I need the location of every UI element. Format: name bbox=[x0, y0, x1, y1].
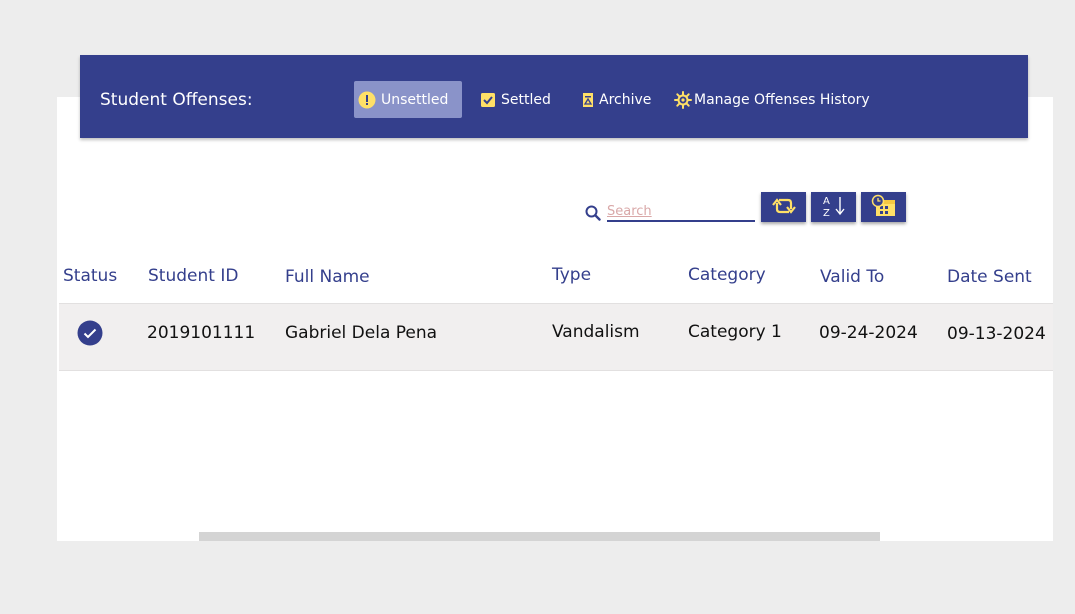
tab-settled-label: Settled bbox=[501, 91, 551, 108]
tab-settled[interactable]: Settled bbox=[480, 81, 551, 118]
archive-icon bbox=[582, 92, 594, 108]
column-header-full-name[interactable]: Full Name bbox=[285, 267, 370, 287]
gear-icon bbox=[674, 90, 692, 109]
column-header-student-id[interactable]: Student ID bbox=[148, 266, 238, 286]
check-circle-icon bbox=[77, 320, 103, 350]
tab-unsettled[interactable]: Unsettled bbox=[354, 81, 462, 118]
svg-text:A: A bbox=[823, 196, 830, 207]
column-header-date-sent[interactable]: Date Sent bbox=[947, 267, 1032, 287]
search-bar bbox=[585, 202, 755, 222]
column-header-valid-to[interactable]: Valid To bbox=[820, 267, 884, 287]
column-header-status[interactable]: Status bbox=[63, 266, 117, 286]
tab-archive[interactable]: Archive bbox=[582, 81, 651, 118]
svg-text:Z: Z bbox=[823, 208, 830, 218]
calendar-button[interactable] bbox=[861, 192, 906, 222]
column-header-type[interactable]: Type bbox=[552, 265, 591, 285]
column-header-category[interactable]: Category bbox=[688, 265, 766, 285]
tab-archive-label: Archive bbox=[599, 91, 652, 108]
horizontal-scrollbar[interactable] bbox=[199, 532, 880, 541]
tab-manage-offenses-history[interactable]: Manage Offenses History bbox=[674, 81, 870, 118]
calendar-clock-icon bbox=[871, 194, 897, 221]
search-icon bbox=[585, 205, 601, 225]
warning-icon bbox=[358, 91, 376, 109]
cell-valid-to: 09-24-2024 bbox=[819, 323, 918, 343]
cell-date-sent: 09-13-2024 bbox=[947, 324, 1046, 344]
cell-full-name: Gabriel Dela Pena bbox=[285, 323, 438, 343]
sort-az-icon: A Z bbox=[819, 194, 849, 221]
tab-manage-label: Manage Offenses History bbox=[694, 91, 870, 108]
page-title: Student Offenses: bbox=[100, 90, 253, 110]
cell-category: Category 1 bbox=[688, 322, 782, 342]
tab-unsettled-label: Unsettled bbox=[381, 91, 449, 108]
search-input[interactable] bbox=[607, 202, 755, 222]
sort-az-button[interactable]: A Z bbox=[811, 192, 856, 222]
refresh-icon bbox=[771, 195, 796, 220]
cell-student-id: 2019101111 bbox=[147, 323, 256, 343]
refresh-button[interactable] bbox=[761, 192, 806, 222]
cell-type: Vandalism bbox=[552, 322, 640, 342]
checkbox-icon bbox=[480, 92, 496, 108]
top-nav-bar: Student Offenses: Unsettled Settled Arch… bbox=[80, 55, 1028, 138]
